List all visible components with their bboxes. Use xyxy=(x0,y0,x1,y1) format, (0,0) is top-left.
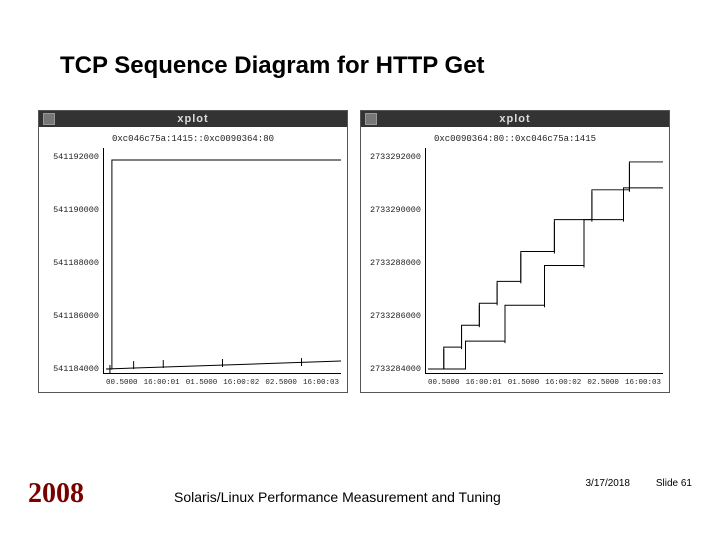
y-axis-right: 2733292000 2733290000 2733288000 2733286… xyxy=(367,148,425,388)
system-menu-icon[interactable] xyxy=(365,113,377,125)
plot-body-left: 0xc046c75a:1415::0xc0090364:80 541192000… xyxy=(39,127,347,392)
x-tick: 16:00:01 xyxy=(466,379,502,387)
y-tick: 541188000 xyxy=(53,258,99,268)
footer-year: 2008 xyxy=(28,478,84,510)
x-tick: 16:00:03 xyxy=(303,379,339,387)
x-tick: 00.5000 xyxy=(106,379,138,387)
y-tick: 541184000 xyxy=(53,364,99,374)
sequence-plot-right xyxy=(426,148,663,373)
plot-canvas-left: 00.5000 16:00:01 01.5000 16:00:02 02.500… xyxy=(103,148,341,374)
x-tick: 02.5000 xyxy=(587,379,619,387)
plot-window-left: xplot 0xc046c75a:1415::0xc0090364:80 541… xyxy=(38,110,348,393)
y-tick: 541192000 xyxy=(53,152,99,162)
y-tick: 2733284000 xyxy=(370,364,421,374)
footer-subtitle: Solaris/Linux Performance Measurement an… xyxy=(174,489,501,505)
plot-window-right: xplot 0xc0090364:80::0xc046c75a:1415 273… xyxy=(360,110,670,393)
x-axis-right: 00.5000 16:00:01 01.5000 16:00:02 02.500… xyxy=(426,377,663,387)
x-tick: 01.5000 xyxy=(186,379,218,387)
system-menu-icon[interactable] xyxy=(43,113,55,125)
x-tick: 02.5000 xyxy=(265,379,297,387)
x-tick: 16:00:03 xyxy=(625,379,661,387)
x-tick: 01.5000 xyxy=(508,379,540,387)
plot-canvas-right: 00.5000 16:00:01 01.5000 16:00:02 02.500… xyxy=(425,148,663,374)
x-axis-left: 00.5000 16:00:01 01.5000 16:00:02 02.500… xyxy=(104,377,341,387)
x-tick: 16:00:01 xyxy=(144,379,180,387)
x-tick: 00.5000 xyxy=(428,379,460,387)
footer: 2008 Solaris/Linux Performance Measureme… xyxy=(0,478,720,510)
app-name: xplot xyxy=(499,113,530,125)
footer-date: 3/17/2018 xyxy=(586,478,631,489)
footer-slide-number: Slide 61 xyxy=(656,478,692,489)
page-title: TCP Sequence Diagram for HTTP Get xyxy=(60,52,485,80)
sequence-plot-left xyxy=(104,148,341,373)
titlebar-left: xplot xyxy=(39,111,347,127)
x-tick: 16:00:02 xyxy=(223,379,259,387)
y-axis-left: 541192000 541190000 541188000 541186000 … xyxy=(45,148,103,388)
titlebar-right: xplot xyxy=(361,111,669,127)
y-tick: 541190000 xyxy=(53,205,99,215)
connection-label-right: 0xc0090364:80::0xc046c75a:1415 xyxy=(367,131,663,148)
y-tick: 541186000 xyxy=(53,311,99,321)
x-tick: 16:00:02 xyxy=(545,379,581,387)
chart-right: 2733292000 2733290000 2733288000 2733286… xyxy=(367,148,663,388)
y-tick: 2733286000 xyxy=(370,311,421,321)
chart-left: 541192000 541190000 541188000 541186000 … xyxy=(45,148,341,388)
plots-row: xplot 0xc046c75a:1415::0xc0090364:80 541… xyxy=(38,110,670,393)
y-tick: 2733292000 xyxy=(370,152,421,162)
plot-body-right: 0xc0090364:80::0xc046c75a:1415 273329200… xyxy=(361,127,669,392)
y-tick: 2733288000 xyxy=(370,258,421,268)
connection-label-left: 0xc046c75a:1415::0xc0090364:80 xyxy=(45,131,341,148)
y-tick: 2733290000 xyxy=(370,205,421,215)
app-name: xplot xyxy=(177,113,208,125)
